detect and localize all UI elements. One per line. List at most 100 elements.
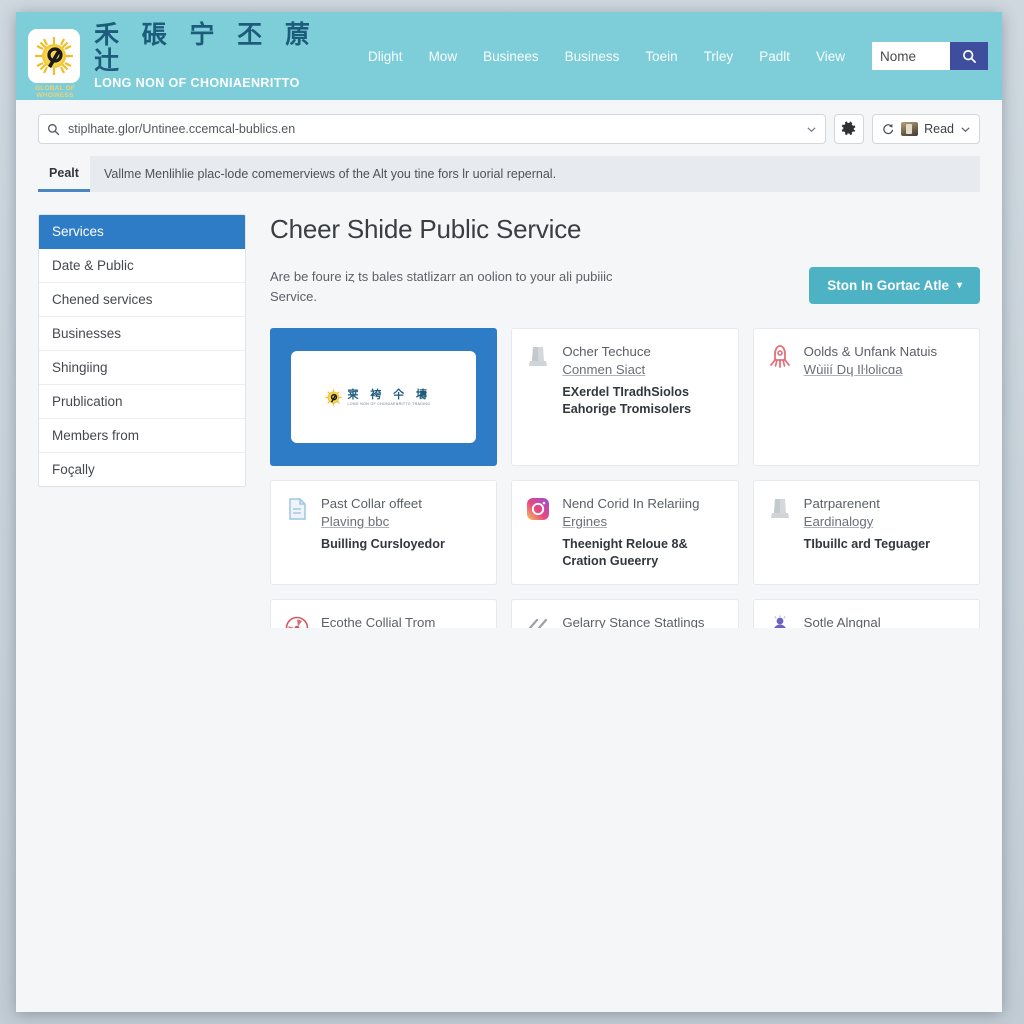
sidebar-item-shingiing[interactable]: Shingiing	[39, 351, 245, 385]
sidebar-item-members-from[interactable]: Members from	[39, 419, 245, 453]
card-brand-text: 宷 袴 仐 壔 𧻞 LONG NON OF CHONIAENRITTO TRAD…	[348, 389, 443, 406]
card-description: EXerdel TIradhSiolos Eahorige Tromisoler…	[562, 384, 724, 419]
sidebar-item-businesses[interactable]: Businesses	[39, 317, 245, 351]
intro-row: Are be foure iȥ ts bales statlizarr an o…	[270, 267, 980, 306]
card-item[interactable]: Gelarry Stance Statlings Dovle Comofort …	[511, 599, 738, 628]
rocket-icon	[767, 344, 793, 370]
chevron-down-icon[interactable]	[806, 124, 817, 135]
header-search	[872, 42, 988, 70]
card-title: Ocher Techuce	[562, 343, 724, 361]
card-title: Gelarry Stance Statlings	[562, 614, 724, 628]
nav-item-0[interactable]: Dlight	[355, 43, 416, 70]
card-title: Ecothe Collial Trom	[321, 614, 483, 628]
header-search-button[interactable]	[950, 42, 988, 70]
nav-item-2[interactable]: Businees	[470, 43, 552, 70]
nav-item-6[interactable]: Padlt	[746, 43, 803, 70]
instagram-icon	[525, 496, 551, 522]
card-brand-cn: 宷 袴 仐 壔 𧻞	[348, 389, 443, 400]
card-title: Sotle Alngnal	[804, 614, 966, 628]
card-featured[interactable]: 宷 袴 仐 壔 𧻞 LONG NON OF CHONIAENRITTO TRAD…	[270, 328, 497, 466]
monument-icon	[767, 496, 793, 522]
card-item[interactable]: Nend Corid In Relariing Ergines Theenigh…	[511, 480, 738, 585]
sidebar-item-focally[interactable]: Foçally	[39, 453, 245, 486]
card-item[interactable]: Past Collar offeet Plaving bbc Builling …	[270, 480, 497, 585]
site-header: GLOBAL OF WHOINESS 禾 䂻 宁 丕 蒝 辻 LONG NON …	[16, 12, 1002, 100]
card-subtitle[interactable]: Eardinalogy	[804, 513, 874, 531]
intro-text: Are be foure iȥ ts bales statlizarr an o…	[270, 267, 630, 306]
chevrons-left-icon	[525, 615, 551, 628]
card-body: Past Collar offeet Plaving bbc Builling …	[321, 495, 483, 570]
gear-icon	[841, 121, 857, 137]
brand[interactable]: GLOBAL OF WHOINESS 禾 䂻 宁 丕 蒝 辻 LONG NON …	[28, 22, 355, 91]
address-bar[interactable]: stiplhate.glor/Untinee.ccemcal-bublics.e…	[38, 114, 826, 144]
card-title: Nend Corid In Relariing	[562, 495, 724, 513]
sidebar-item-prublication[interactable]: Prublication	[39, 385, 245, 419]
page-title: Cheer Shide Public Service	[270, 214, 980, 245]
card-body: Patrparenent Eardinalogy TIbuillc ard Te…	[804, 495, 966, 570]
monument-icon	[525, 344, 551, 370]
card-subtitle[interactable]: Ergines	[562, 513, 607, 531]
notice-bar: Pealt Vallme Menlihlie plac-lode comemer…	[38, 156, 980, 192]
card-body: Ocher Techuce Conmen Siact EXerdel TIrad…	[562, 343, 724, 451]
card-description: Builling Cursloyedor	[321, 536, 483, 553]
radiation-icon	[284, 615, 310, 628]
card-title: Oolds & Unfank Natuis	[804, 343, 966, 361]
notice-tab[interactable]: Pealt	[38, 156, 90, 192]
screen: GLOBAL OF WHOINESS 禾 䂻 宁 丕 蒝 辻 LONG NON …	[0, 0, 1024, 1024]
browser-toolbar: stiplhate.glor/Untinee.ccemcal-bublics.e…	[16, 100, 1002, 192]
notice-text: Vallme Menlihlie plac-lode comemerviews …	[90, 156, 980, 192]
nav-item-5[interactable]: Trley	[691, 43, 747, 70]
reader-mode-label: Read	[924, 122, 954, 136]
card-item[interactable]: Oolds & Unfank Natuis Wùiií Dɥ Iŀlolicɑa	[753, 328, 980, 466]
main-nav: Dlight Mow Businees Business Toein Trley…	[355, 42, 988, 70]
card-subtitle[interactable]: Plaving bbc	[321, 513, 389, 531]
card-item[interactable]: Patrparenent Eardinalogy TIbuillc ard Te…	[753, 480, 980, 585]
header-search-input[interactable]	[872, 42, 950, 70]
nav-item-1[interactable]: Mow	[416, 43, 471, 70]
sunburst-icon	[325, 389, 342, 406]
chevron-down-icon: ▾	[957, 280, 962, 291]
chevron-down-icon[interactable]	[960, 124, 971, 135]
nav-item-3[interactable]: Business	[552, 43, 633, 70]
person-icon	[767, 615, 793, 628]
address-bar-text: stiplhate.glor/Untinee.ccemcal-bublics.e…	[68, 122, 798, 136]
browser-window: GLOBAL OF WHOINESS 禾 䂻 宁 丕 蒝 辻 LONG NON …	[16, 12, 1002, 1012]
card-item[interactable]: Sotle Alngnal Clincbvera Virzɑs Passling…	[753, 599, 980, 628]
reader-mode-button[interactable]: Read	[872, 114, 980, 144]
toolbar-row: stiplhate.glor/Untinee.ccemcal-bublics.e…	[38, 114, 980, 144]
card-body: Sotle Alngnal Clincbvera Virzɑs Passling…	[804, 614, 966, 628]
search-icon	[47, 123, 60, 136]
card-item[interactable]: Ocher Techuce Conmen Siact EXerdel TIrad…	[511, 328, 738, 466]
card-grid: 宷 袴 仐 壔 𧻞 LONG NON OF CHONIAENRITTO TRAD…	[270, 328, 980, 628]
card-description: TIbuillc ard Teguager	[804, 536, 966, 553]
nav-item-4[interactable]: Toein	[632, 43, 690, 70]
card-title: Patrparenent	[804, 495, 966, 513]
reader-thumbnail-icon	[901, 122, 918, 136]
cta-label: Ston In Gortac Atle	[827, 278, 949, 293]
brand-title-en: LONG NON OF CHONIAENRITTO	[94, 76, 355, 90]
brand-text: 禾 䂻 宁 丕 蒝 辻 LONG NON OF CHONIAENRITTO	[94, 22, 355, 91]
card-body: Oolds & Unfank Natuis Wùiií Dɥ Iŀlolicɑa	[804, 343, 966, 451]
search-icon	[962, 49, 977, 64]
card-body: Nend Corid In Relariing Ergines Theenigh…	[562, 495, 724, 570]
cta-button[interactable]: Ston In Gortac Atle ▾	[809, 267, 980, 304]
sidebar-item-services[interactable]: Services	[39, 215, 245, 249]
document-icon	[284, 496, 310, 522]
page-body: Services Date & Public Chened services B…	[16, 192, 1002, 628]
card-title: Past Collar offeet	[321, 495, 483, 513]
brand-logo-caption: GLOBAL OF WHOINESS	[28, 85, 82, 99]
card-item[interactable]: Ecothe Collial Trom Oaling Mottlc Nowrer…	[270, 599, 497, 628]
sidebar-item-date-public[interactable]: Date & Public	[39, 249, 245, 283]
card-description: Theenight Reloue 8& Cration Gueerry	[562, 536, 724, 571]
brand-title-cn: 禾 䂻 宁 丕 蒝 辻	[94, 22, 355, 75]
main-content: Cheer Shide Public Service Are be foure …	[270, 214, 980, 628]
card-grid-scroll[interactable]: 宷 袴 仐 壔 𧻞 LONG NON OF CHONIAENRITTO TRAD…	[270, 306, 980, 628]
card-subtitle[interactable]: Conmen Siact	[562, 361, 645, 379]
refresh-icon[interactable]	[881, 122, 895, 136]
sidebar: Services Date & Public Chened services B…	[38, 214, 246, 487]
settings-button[interactable]	[834, 114, 864, 144]
sidebar-item-chened-services[interactable]: Chened services	[39, 283, 245, 317]
brand-logo: GLOBAL OF WHOINESS	[28, 29, 80, 83]
card-subtitle[interactable]: Wùiií Dɥ Iŀlolicɑa	[804, 361, 903, 379]
nav-item-7[interactable]: View	[803, 43, 858, 70]
